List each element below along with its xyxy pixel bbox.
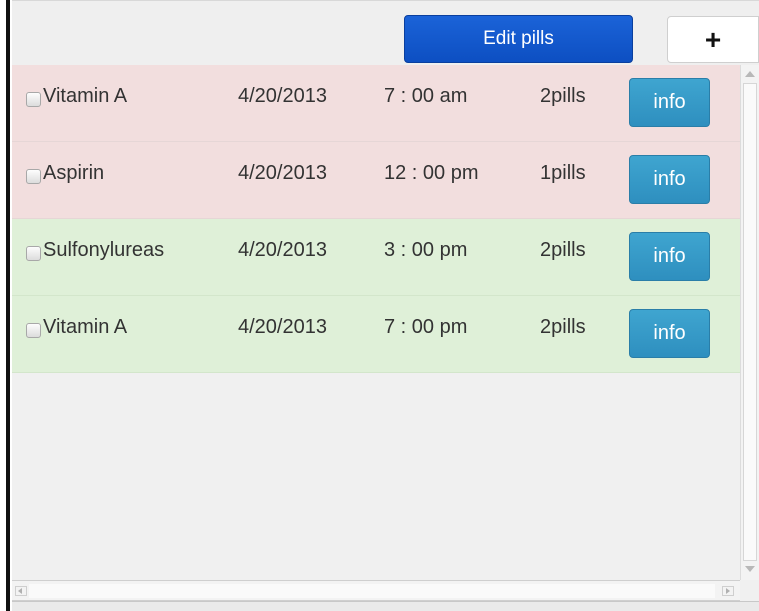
pill-name: Vitamin A: [43, 316, 128, 338]
vertical-scroll-track[interactable]: [743, 83, 757, 561]
pill-quantity: 2pills: [540, 316, 586, 338]
pill-quantity: 2pills: [540, 85, 586, 107]
chevron-up-icon[interactable]: [745, 71, 755, 77]
pill-time: 3 : 00 pm: [384, 239, 468, 261]
left-divider: [6, 0, 10, 611]
pill-checkbox[interactable]: [26, 246, 41, 261]
info-button[interactable]: info: [629, 232, 710, 281]
pill-checkbox[interactable]: [26, 323, 41, 338]
chevron-left-icon[interactable]: [15, 586, 27, 596]
pill-date: 4/20/2013: [238, 239, 327, 261]
pill-time: 12 : 00 pm: [384, 162, 479, 184]
pill-name: Aspirin: [43, 162, 105, 184]
horizontal-scroll-track[interactable]: [29, 584, 715, 598]
pill-date: 4/20/2013: [238, 162, 327, 184]
plus-icon: +: [704, 23, 722, 55]
pill-quantity: 1pills: [540, 162, 586, 184]
pill-date: 4/20/2013: [238, 316, 327, 338]
toolbar: Edit pills +: [12, 0, 759, 65]
pill-time: 7 : 00 pm: [384, 316, 468, 338]
pill-quantity: 2pills: [540, 239, 586, 261]
horizontal-scrollbar[interactable]: [12, 580, 740, 601]
bottom-edge: [12, 601, 759, 611]
pill-name: Sulfonylureas: [43, 239, 165, 261]
chevron-right-icon[interactable]: [722, 586, 734, 596]
window-left-border: [0, 0, 12, 611]
pill-row: Vitamin A 4/20/2013 7 : 00 pm 2pills inf…: [12, 296, 740, 373]
pill-date: 4/20/2013: [238, 85, 327, 107]
pill-checkbox[interactable]: [26, 169, 41, 184]
pill-list: Vitamin A 4/20/2013 7 : 00 am 2pills inf…: [12, 65, 740, 580]
chevron-down-icon[interactable]: [745, 566, 755, 572]
pill-schedule-app: Edit pills + Vitamin A 4/20/2013 7 : 00 …: [12, 0, 759, 611]
info-button[interactable]: info: [629, 155, 710, 204]
edit-pills-button[interactable]: Edit pills: [404, 15, 633, 63]
pill-row: Aspirin 4/20/2013 12 : 00 pm 1pills info: [12, 142, 740, 219]
pill-checkbox[interactable]: [26, 92, 41, 107]
pill-row: Vitamin A 4/20/2013 7 : 00 am 2pills inf…: [12, 65, 740, 142]
info-button[interactable]: info: [629, 78, 710, 127]
pill-name: Vitamin A: [43, 85, 128, 107]
pill-time: 7 : 00 am: [384, 85, 468, 107]
vertical-scrollbar[interactable]: [740, 65, 759, 580]
info-button[interactable]: info: [629, 309, 710, 358]
pill-row: Sulfonylureas 4/20/2013 3 : 00 pm 2pills…: [12, 219, 740, 296]
add-pill-button[interactable]: +: [667, 16, 759, 63]
